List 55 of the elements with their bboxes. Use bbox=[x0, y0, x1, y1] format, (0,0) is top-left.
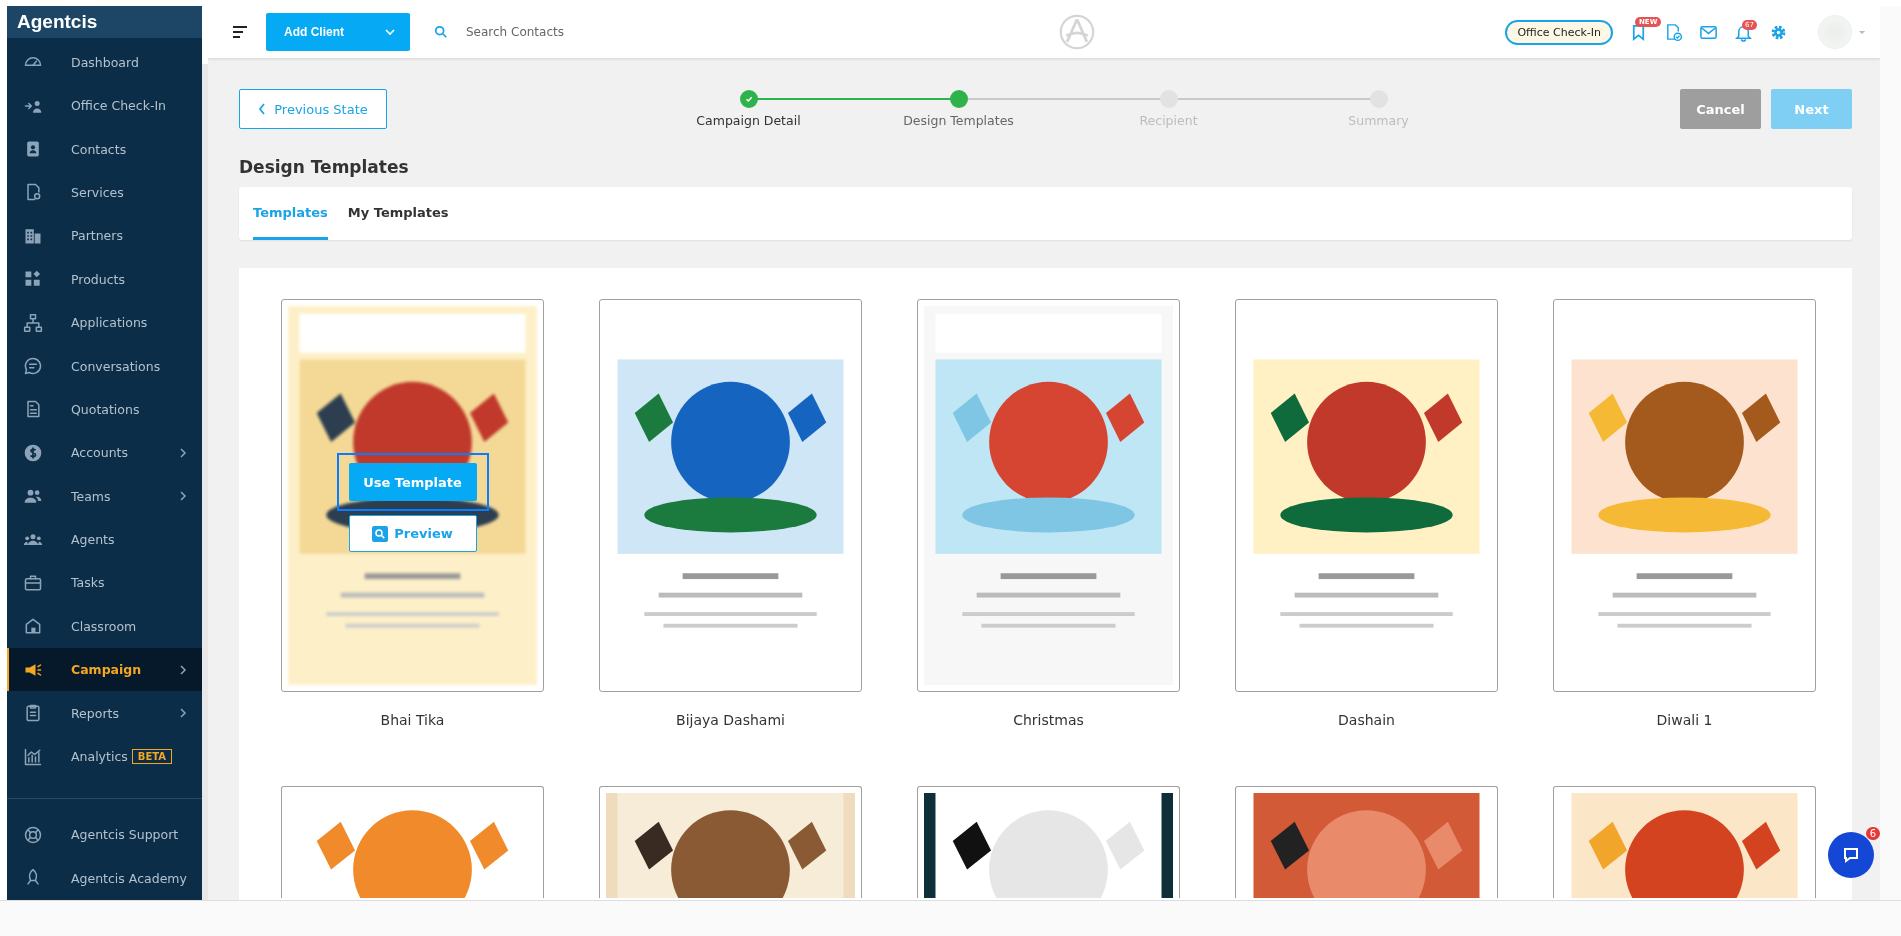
sidebar-item[interactable]: Partners bbox=[7, 214, 202, 258]
sidebar-item[interactable]: Office Check-In bbox=[7, 83, 202, 128]
caret-icon[interactable] bbox=[1858, 29, 1866, 35]
sidebar-item[interactable]: Teams bbox=[7, 474, 202, 518]
chat-icon bbox=[23, 356, 43, 376]
scrollbar[interactable] bbox=[202, 64, 208, 900]
sidebar-item[interactable]: Agents bbox=[7, 517, 202, 562]
sidebar-item[interactable]: Classroom bbox=[7, 604, 202, 649]
bar-chart-icon bbox=[23, 746, 43, 767]
chevron-icon bbox=[178, 708, 188, 719]
template-name: Bijaya Dashami bbox=[676, 711, 785, 730]
clipboard-icon bbox=[23, 703, 43, 724]
sidebar-item[interactable]: Dashboard bbox=[7, 40, 202, 84]
sidebar-item[interactable]: Services bbox=[7, 170, 202, 215]
sidebar-item[interactable]: Reports bbox=[7, 691, 202, 735]
sidebar-item[interactable]: Agentcis Academy bbox=[7, 856, 202, 900]
template-name: Bhai Tika bbox=[380, 711, 445, 730]
section-title: Design Templates bbox=[239, 157, 410, 179]
sidebar-item[interactable]: Tasks bbox=[7, 561, 202, 605]
sidebar-item[interactable]: Quotations bbox=[7, 387, 202, 432]
chevron-left-icon bbox=[258, 103, 267, 115]
office-check-in-button[interactable]: Office Check-In bbox=[1505, 19, 1613, 45]
chat-badge: 6 bbox=[1865, 827, 1880, 840]
hierarchy-icon bbox=[23, 312, 43, 333]
sidebar-item[interactable]: Applications bbox=[7, 300, 202, 345]
chevron-icon bbox=[178, 664, 188, 675]
chevron-icon bbox=[178, 447, 188, 458]
sidebar-item[interactable]: Conversations bbox=[7, 344, 202, 388]
chevron-icon bbox=[178, 491, 188, 502]
logo-icon bbox=[1058, 14, 1095, 50]
caret-icon[interactable] bbox=[384, 28, 396, 36]
sidebar-item[interactable]: Contacts bbox=[7, 127, 202, 171]
brand-name: Agentcis bbox=[7, 6, 202, 38]
tab[interactable]: My Templates bbox=[347, 187, 449, 240]
search-field[interactable]: Search Contacts bbox=[464, 24, 648, 40]
template-name: Diwali 1 bbox=[1656, 711, 1713, 730]
template-name: Christmas bbox=[1013, 711, 1084, 730]
sidebar-item[interactable]: Agentcis Support bbox=[7, 813, 202, 857]
search-icon bbox=[372, 525, 389, 542]
sidebar-item[interactable]: Products bbox=[7, 257, 202, 301]
lifebuoy-icon bbox=[23, 824, 43, 845]
step-label: Campaign Detail bbox=[696, 113, 801, 128]
template-name: Dashain bbox=[1338, 711, 1395, 730]
scrollbar[interactable] bbox=[1880, 6, 1901, 900]
chat-icon bbox=[1841, 845, 1861, 865]
search-icon bbox=[434, 25, 448, 39]
beta-badge: BETA bbox=[131, 749, 172, 764]
coin-icon bbox=[23, 442, 43, 463]
check-icon bbox=[743, 94, 754, 104]
menu-icon[interactable] bbox=[232, 25, 248, 39]
sidebar-item[interactable]: Campaign bbox=[7, 648, 202, 692]
step-label: Design Templates bbox=[903, 113, 1014, 128]
sidebar-item[interactable]: Analytics BETA bbox=[7, 734, 202, 779]
sidebar-item[interactable]: Accounts bbox=[7, 431, 202, 475]
document-check-icon[interactable] bbox=[1664, 22, 1683, 42]
